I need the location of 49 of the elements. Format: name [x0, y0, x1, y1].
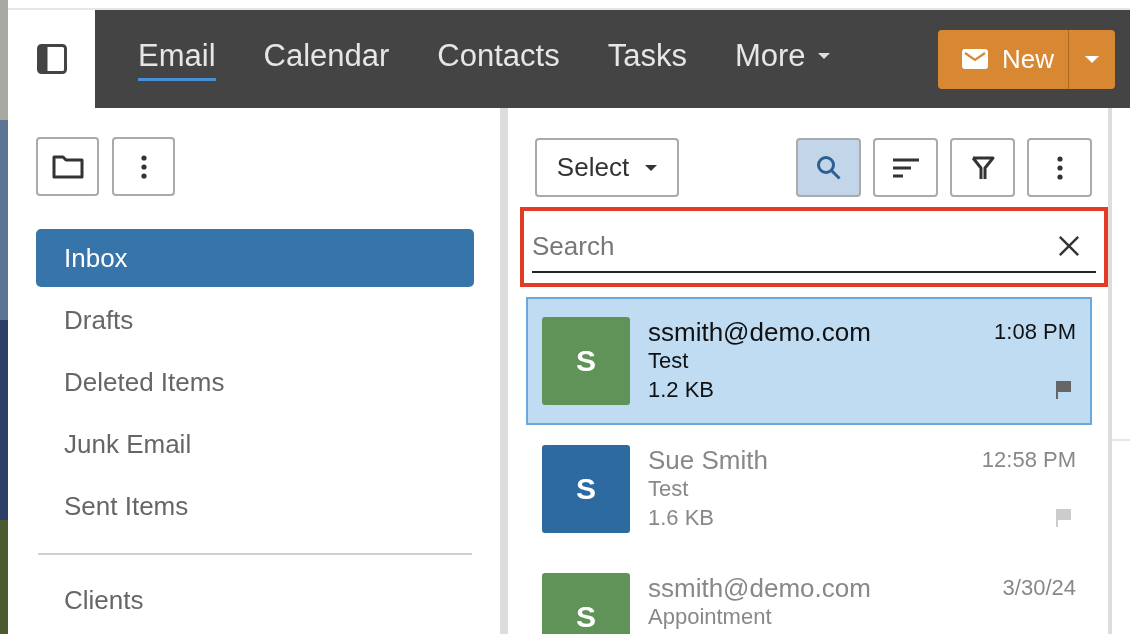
- folder-item[interactable]: Drafts: [36, 291, 474, 349]
- message-size: 1.2 KB: [648, 376, 715, 404]
- select-dropdown[interactable]: Select: [535, 138, 679, 197]
- search-input[interactable]: Search: [532, 230, 1058, 262]
- caret-icon: [645, 164, 658, 171]
- message-time: 1:08 PM: [994, 318, 1076, 346]
- filter-button[interactable]: [950, 138, 1015, 197]
- search-field[interactable]: Search: [532, 221, 1096, 273]
- folder-item[interactable]: Deleted Items: [36, 353, 474, 411]
- more-button[interactable]: [112, 137, 175, 196]
- sort-icon: [891, 157, 920, 178]
- avatar: S: [542, 445, 630, 533]
- nav-tab[interactable]: Contacts: [437, 37, 560, 81]
- caret-icon[interactable]: [1085, 55, 1099, 63]
- envelope-icon: [962, 49, 988, 69]
- nav-tab[interactable]: Tasks: [607, 37, 687, 81]
- flag-icon[interactable]: [1056, 381, 1072, 399]
- folder-icon: [51, 153, 84, 180]
- sender-name: ssmith@demo.com: [648, 317, 871, 347]
- message-item[interactable]: S Sue Smith 12:58 PM Test 1.6 KB: [526, 425, 1092, 553]
- more-icon: [1056, 155, 1063, 180]
- message-subject: Appointment: [648, 603, 773, 631]
- more-icon: [140, 154, 147, 179]
- nav-tab[interactable]: Calendar: [263, 37, 390, 81]
- sender-name: ssmith@demo.com: [648, 573, 871, 603]
- filter-icon: [970, 154, 995, 181]
- message-time: 12:58 PM: [981, 446, 1076, 474]
- search-button[interactable]: [796, 138, 861, 197]
- folder-item[interactable]: Junk Email: [36, 415, 474, 473]
- message-item[interactable]: S ssmith@demo.com 1:08 PM Test 1.2 KB: [526, 297, 1092, 425]
- folder-item[interactable]: Sent Items: [36, 477, 474, 535]
- folder-item[interactable]: Inbox: [36, 229, 474, 287]
- message-subject: Test: [648, 347, 690, 375]
- close-icon[interactable]: [1058, 235, 1080, 257]
- sort-button[interactable]: [873, 138, 938, 197]
- avatar: S: [542, 573, 630, 634]
- nav-tab[interactable]: Email: [138, 37, 216, 81]
- search-icon: [815, 154, 842, 181]
- message-size: 1.6 KB: [648, 504, 715, 532]
- folder-item[interactable]: Clients: [36, 571, 474, 629]
- avatar: S: [542, 317, 630, 405]
- message-item[interactable]: S ssmith@demo.com 3/30/24 Appointment: [526, 553, 1092, 634]
- message-subject: Test: [648, 475, 690, 503]
- more-button[interactable]: [1027, 138, 1092, 197]
- nav-tab[interactable]: More: [734, 37, 830, 81]
- message-time: 3/30/24: [1002, 574, 1076, 602]
- folder-button[interactable]: [36, 137, 99, 196]
- sender-name: Sue Smith: [648, 445, 768, 475]
- sidebar-toggle-icon[interactable]: [36, 44, 67, 74]
